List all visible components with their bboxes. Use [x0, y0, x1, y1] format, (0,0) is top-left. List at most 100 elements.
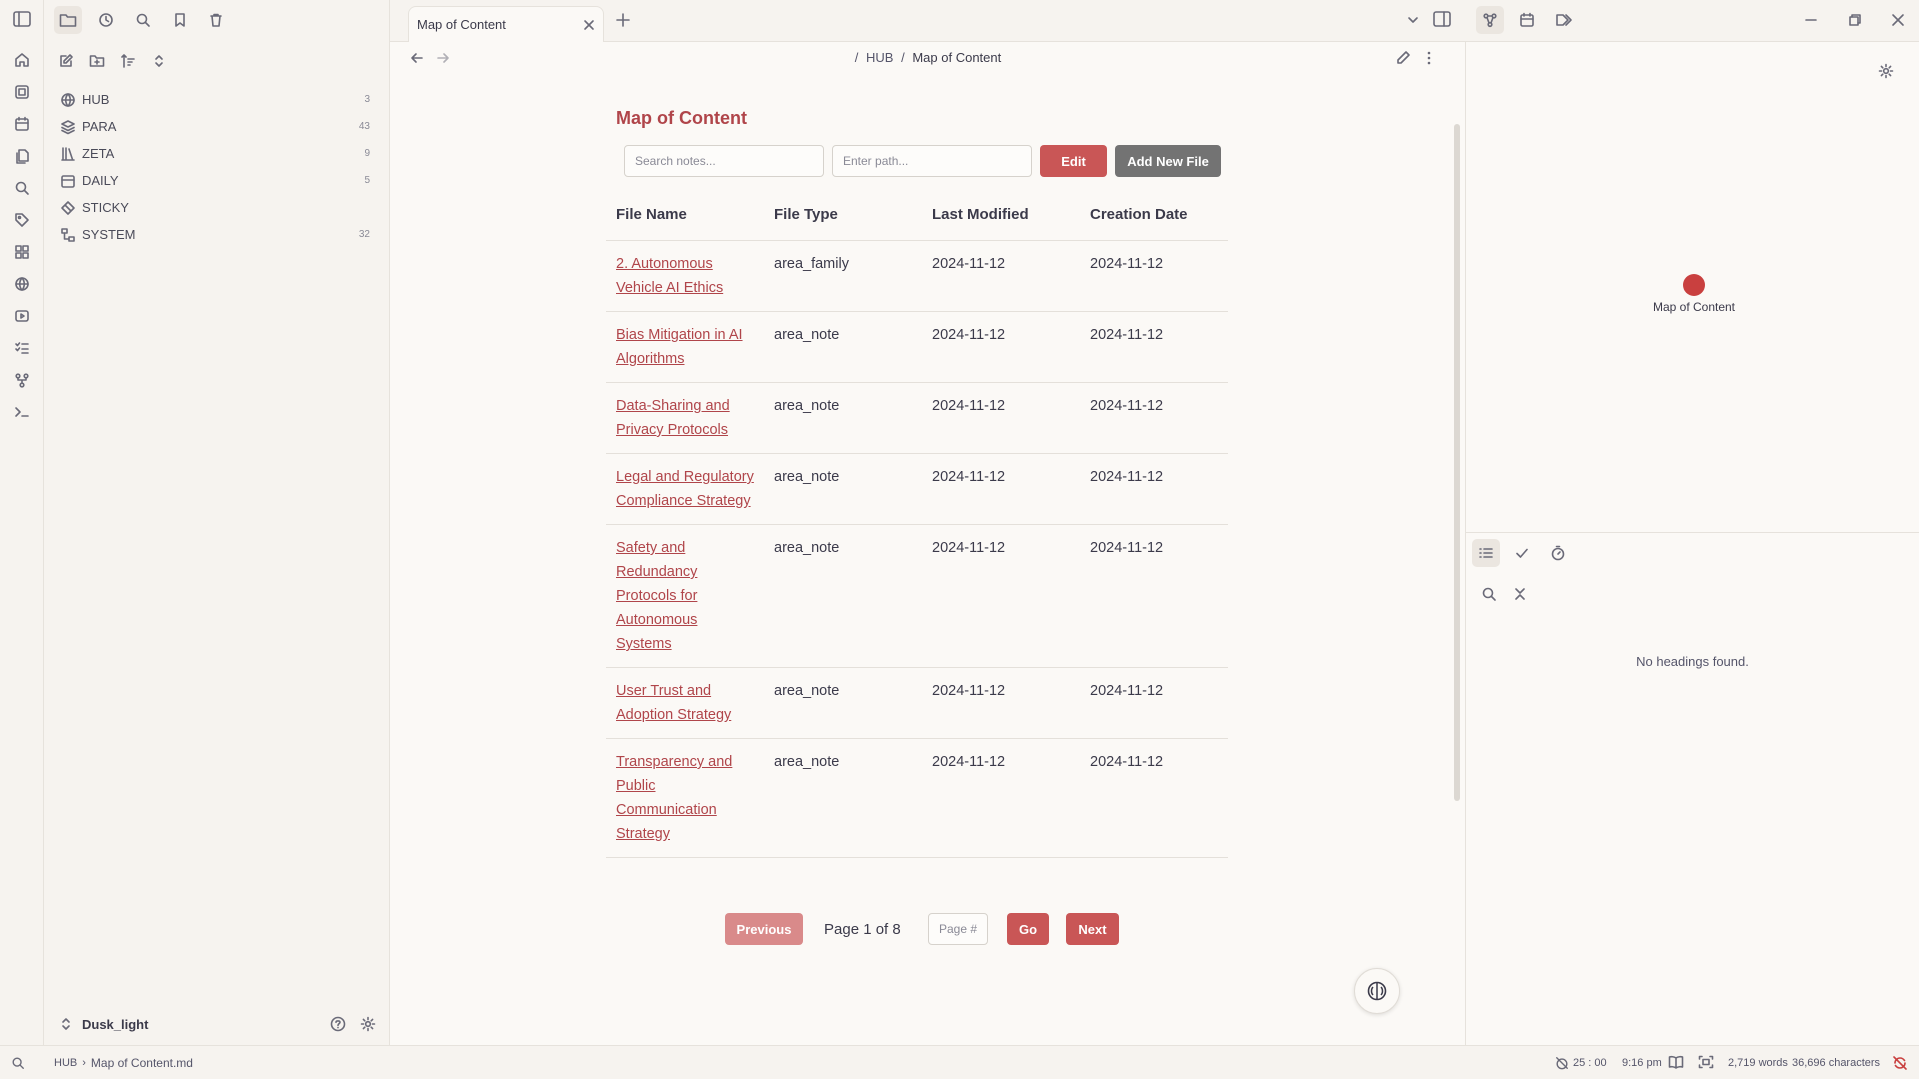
item-count: 3: [364, 94, 370, 105]
breadcrumb-separator: /: [901, 50, 905, 65]
page-title: Map of Content: [616, 108, 747, 128]
edit-pencil-icon[interactable]: [1395, 50, 1411, 66]
previous-button[interactable]: Previous: [725, 913, 803, 945]
file-copy-icon[interactable]: [12, 146, 32, 166]
bookmark-icon[interactable]: [166, 6, 194, 34]
timer-icon[interactable]: [1544, 539, 1572, 567]
graph-settings-icon[interactable]: [1878, 63, 1894, 79]
add-new-file-button[interactable]: Add New File: [1115, 145, 1221, 177]
file-link[interactable]: Data-Sharing and Privacy Protocols: [616, 398, 730, 438]
home-icon[interactable]: [12, 50, 32, 70]
tags-icon[interactable]: [1550, 6, 1578, 34]
new-tab-icon[interactable]: [616, 13, 630, 27]
chevron-down-icon[interactable]: [1406, 13, 1420, 27]
sidebar-item-sticky[interactable]: STICKY: [56, 194, 380, 221]
page-number-input[interactable]: [928, 913, 988, 945]
next-button[interactable]: Next: [1066, 913, 1119, 945]
focus-icon[interactable]: [1698, 1055, 1714, 1069]
file-link[interactable]: Legal and Regulatory Compliance Strategy: [616, 469, 754, 509]
table-row: 2. Autonomous Vehicle AI Ethics area_fam…: [606, 240, 1228, 312]
settings-icon[interactable]: [360, 1016, 376, 1032]
minimize-icon[interactable]: [1804, 13, 1818, 27]
go-button[interactable]: Go: [1007, 913, 1049, 945]
trash-icon[interactable]: [202, 6, 230, 34]
search-icon[interactable]: [12, 178, 32, 198]
main-pane: / HUB / Map of Content Map of Content Ed…: [390, 42, 1466, 1045]
tag-icon[interactable]: [12, 210, 32, 230]
path-file: Map of Content.md: [90, 1056, 193, 1070]
outline-list-icon[interactable]: [1472, 539, 1500, 567]
new-folder-icon[interactable]: [83, 47, 111, 75]
sidebar-toggle-icon[interactable]: [12, 9, 32, 29]
video-icon[interactable]: [12, 306, 32, 326]
calendar-icon[interactable]: [12, 114, 32, 134]
last-modified: 2024-11-12: [922, 240, 1080, 312]
brain-icon: [1367, 981, 1387, 1001]
sort-icon[interactable]: [114, 47, 142, 75]
sidebar-item-zeta[interactable]: ZETA 9: [56, 140, 380, 167]
graph-node[interactable]: [1683, 274, 1705, 296]
scrollbar[interactable]: [1454, 124, 1460, 801]
pomodoro-timer[interactable]: 25 : 00: [1555, 1056, 1607, 1070]
column-header: File Type: [774, 206, 838, 223]
calendar-icon[interactable]: [1513, 6, 1541, 34]
vault-switcher[interactable]: Dusk_light: [44, 1010, 390, 1038]
clock-icon[interactable]: [92, 6, 120, 34]
more-options-icon[interactable]: [1426, 50, 1432, 66]
new-note-icon[interactable]: [52, 47, 80, 75]
close-icon[interactable]: [583, 19, 595, 31]
sync-off-icon[interactable]: [1892, 1055, 1908, 1071]
tab-map-of-content[interactable]: Map of Content: [408, 6, 604, 42]
sidebar-item-hub[interactable]: HUB 3: [56, 86, 380, 113]
graph-icon[interactable]: [1476, 6, 1504, 34]
sidebar-item-label: ZETA: [82, 146, 115, 161]
file-link[interactable]: Safety and Redundancy Protocols for Auto…: [616, 540, 697, 652]
sidebar-item-daily[interactable]: DAILY 5: [56, 167, 380, 194]
search-icon[interactable]: [1481, 586, 1497, 602]
pages-icon[interactable]: [12, 82, 32, 102]
character-count: 36,696 characters: [1792, 1057, 1881, 1069]
file-link[interactable]: User Trust and Adoption Strategy: [616, 683, 731, 723]
file-type: area_note: [764, 524, 922, 668]
puzzle-icon: [60, 200, 76, 216]
search-input[interactable]: [624, 145, 824, 177]
folder-icon[interactable]: [54, 6, 82, 34]
grid-icon[interactable]: [12, 242, 32, 262]
table-row: Bias Mitigation in AI Algorithms area_no…: [606, 311, 1228, 383]
reading-mode-icon[interactable]: [1668, 1055, 1684, 1069]
git-icon[interactable]: [12, 370, 32, 390]
file-type: area_note: [764, 738, 922, 858]
file-link[interactable]: Bias Mitigation in AI Algorithms: [616, 327, 743, 367]
restore-icon[interactable]: [1848, 13, 1862, 27]
sidebar-item-label: HUB: [82, 92, 110, 107]
window-close-icon[interactable]: [1891, 13, 1905, 27]
layers-icon: [60, 119, 76, 135]
check-icon[interactable]: [1508, 539, 1536, 567]
creation-date: 2024-11-12: [1080, 667, 1228, 739]
checklist-icon[interactable]: [12, 338, 32, 358]
breadcrumb-folder[interactable]: HUB: [866, 50, 893, 65]
library-icon: [60, 146, 76, 162]
item-count: 5: [364, 175, 370, 186]
breadcrumb-file[interactable]: Map of Content: [912, 50, 1001, 65]
help-icon[interactable]: [330, 1016, 346, 1032]
creation-date: 2024-11-12: [1080, 453, 1228, 525]
sidebar-item-system[interactable]: SYSTEM 32: [56, 221, 380, 248]
search-icon[interactable]: [11, 1056, 25, 1070]
collapse-icon[interactable]: [145, 47, 173, 75]
brain-assistant-button[interactable]: [1354, 968, 1400, 1014]
file-link[interactable]: Transparency and Public Communication St…: [616, 754, 732, 842]
file-path[interactable]: HUB › Map of Content.md: [54, 1056, 193, 1070]
terminal-icon[interactable]: [12, 402, 32, 422]
collapse-all-icon[interactable]: [1513, 586, 1527, 602]
word-count: 2,719 words: [1728, 1057, 1788, 1069]
path-input[interactable]: [832, 145, 1032, 177]
globe-icon[interactable]: [12, 274, 32, 294]
creation-date: 2024-11-12: [1080, 524, 1228, 668]
edit-button[interactable]: Edit: [1040, 145, 1107, 177]
file-link[interactable]: 2. Autonomous Vehicle AI Ethics: [616, 256, 723, 296]
sidebar-right-toggle-icon[interactable]: [1433, 11, 1451, 27]
sidebar-item-para[interactable]: PARA 43: [56, 113, 380, 140]
table-row: Data-Sharing and Privacy Protocols area_…: [606, 382, 1228, 454]
search-icon[interactable]: [129, 6, 157, 34]
